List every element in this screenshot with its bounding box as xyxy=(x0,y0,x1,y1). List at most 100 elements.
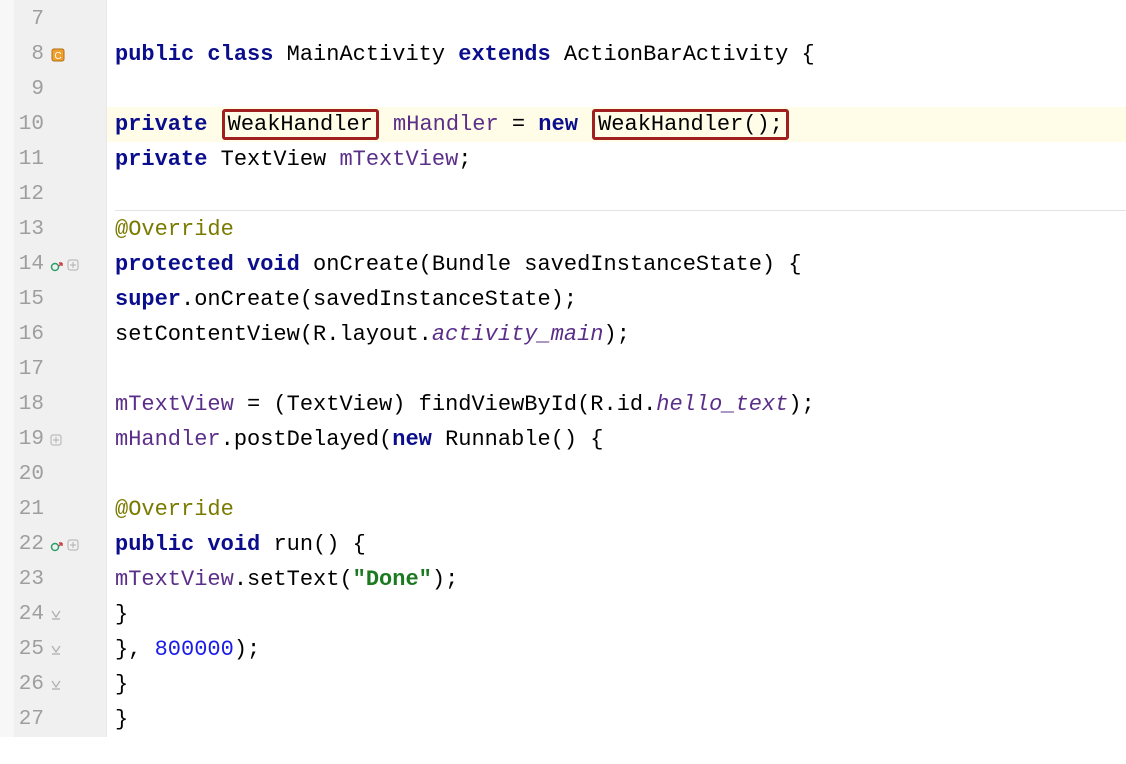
code-token: extends xyxy=(458,42,564,67)
fold-handle-icon[interactable] xyxy=(67,539,79,551)
gutter-row[interactable]: 15 xyxy=(14,282,106,317)
line-number: 24 xyxy=(14,603,50,626)
override-gutter-icon[interactable] xyxy=(50,258,64,272)
code-line[interactable]: } xyxy=(107,597,1126,632)
gutter-icons xyxy=(50,538,100,552)
line-number: 8 xyxy=(14,43,50,66)
gutter-icons xyxy=(50,644,100,656)
code-token: @Override xyxy=(115,497,234,522)
code-line[interactable] xyxy=(107,72,1126,107)
code-line[interactable]: private WeakHandler mHandler = new WeakH… xyxy=(107,107,1126,142)
gutter-row[interactable]: 9 xyxy=(14,72,106,107)
line-number: 21 xyxy=(14,498,50,521)
line-number: 23 xyxy=(14,568,50,591)
gutter-row[interactable]: 14 xyxy=(14,247,106,282)
fold-end-icon[interactable] xyxy=(50,644,62,656)
code-line[interactable]: public class MainActivity extends Action… xyxy=(107,37,1126,72)
svg-text:C: C xyxy=(54,51,61,62)
code-token: mTextView xyxy=(115,567,234,592)
gutter-row[interactable]: 21 xyxy=(14,492,106,527)
gutter-row[interactable]: 19 xyxy=(14,422,106,457)
gutter-row[interactable]: 25 xyxy=(14,632,106,667)
code-area[interactable]: public class MainActivity extends Action… xyxy=(107,0,1126,737)
highlight-box: WeakHandler(); xyxy=(592,109,789,140)
gutter-icons xyxy=(50,679,100,691)
gutter-row[interactable]: 18 xyxy=(14,387,106,422)
code-token: .setText( xyxy=(234,567,353,592)
line-number: 10 xyxy=(14,113,50,136)
code-line[interactable] xyxy=(107,352,1126,387)
code-token: class xyxy=(207,42,286,67)
fold-handle-icon[interactable] xyxy=(67,259,79,271)
code-line[interactable]: }, 800000); xyxy=(107,632,1126,667)
editor-margin xyxy=(0,0,14,737)
code-token: } xyxy=(115,672,128,697)
line-number: 20 xyxy=(14,463,50,486)
code-line[interactable]: } xyxy=(107,702,1126,737)
code-token: protected xyxy=(115,252,247,277)
gutter-row[interactable]: 11 xyxy=(14,142,106,177)
code-token: private xyxy=(115,112,221,137)
code-line[interactable] xyxy=(107,457,1126,492)
override-gutter-icon[interactable] xyxy=(50,538,64,552)
code-token: mTextView xyxy=(115,392,234,417)
code-token: mTextView xyxy=(339,147,458,172)
line-number: 17 xyxy=(14,358,50,381)
gutter-row[interactable]: 10 xyxy=(14,107,106,142)
fold-end-icon[interactable] xyxy=(50,679,62,691)
code-token: run() { xyxy=(273,532,365,557)
code-token: } xyxy=(115,602,128,627)
gutter-row[interactable]: 24 xyxy=(14,597,106,632)
code-line[interactable]: setContentView(R.layout.activity_main); xyxy=(107,317,1126,352)
code-line[interactable]: @Override xyxy=(107,212,1126,247)
line-number: 11 xyxy=(14,148,50,171)
line-number: 25 xyxy=(14,638,50,661)
code-line[interactable]: @Override xyxy=(107,492,1126,527)
line-gutter[interactable]: 78C9101112131415161718192021222324252627 xyxy=(14,0,107,737)
line-number: 18 xyxy=(14,393,50,416)
gutter-row[interactable]: 26 xyxy=(14,667,106,702)
gutter-row[interactable]: 12 xyxy=(14,177,106,212)
code-line[interactable]: mHandler.postDelayed(new Runnable() { xyxy=(107,422,1126,457)
line-number: 13 xyxy=(14,218,50,241)
code-line[interactable]: } xyxy=(107,667,1126,702)
gutter-row[interactable]: 16 xyxy=(14,317,106,352)
gutter-row[interactable]: 22 xyxy=(14,527,106,562)
code-token: = (TextView) findViewById(R.id. xyxy=(234,392,656,417)
code-token: activity_main xyxy=(432,322,604,347)
code-token: = xyxy=(499,112,539,137)
line-number: 12 xyxy=(14,183,50,206)
code-token: .postDelayed( xyxy=(221,427,393,452)
code-token: ActionBarActivity { xyxy=(564,42,815,67)
gutter-row[interactable]: 27 xyxy=(14,702,106,737)
gutter-row[interactable]: 17 xyxy=(14,352,106,387)
code-token: MainActivity xyxy=(287,42,459,67)
gutter-icons xyxy=(50,434,100,446)
code-token: setContentView(R.layout. xyxy=(115,322,432,347)
gutter-row[interactable]: 7 xyxy=(14,2,106,37)
code-token: ); xyxy=(432,567,458,592)
code-line[interactable]: protected void onCreate(Bundle savedInst… xyxy=(107,247,1126,282)
code-line[interactable] xyxy=(107,2,1126,37)
line-number: 16 xyxy=(14,323,50,346)
code-token: new xyxy=(538,112,591,137)
fold-handle-icon[interactable] xyxy=(50,434,62,446)
code-line[interactable]: mTextView.setText("Done"); xyxy=(107,562,1126,597)
gutter-row[interactable]: 13 xyxy=(14,212,106,247)
code-token: "Done" xyxy=(353,567,432,592)
gutter-row[interactable]: 20 xyxy=(14,457,106,492)
code-token: Runnable() { xyxy=(445,427,603,452)
gutter-row[interactable]: 8C xyxy=(14,37,106,72)
gutter-icons: C xyxy=(50,47,100,63)
code-line[interactable] xyxy=(107,177,1126,212)
code-token: hello_text xyxy=(656,392,788,417)
code-line[interactable]: private TextView mTextView; xyxy=(107,142,1126,177)
code-line[interactable]: public void run() { xyxy=(107,527,1126,562)
code-token: onCreate(Bundle savedInstanceState) { xyxy=(313,252,801,277)
code-token: ); xyxy=(788,392,814,417)
code-token: @Override xyxy=(115,217,234,242)
fold-end-icon[interactable] xyxy=(50,609,62,621)
gutter-row[interactable]: 23 xyxy=(14,562,106,597)
code-line[interactable]: super.onCreate(savedInstanceState); xyxy=(107,282,1126,317)
code-line[interactable]: mTextView = (TextView) findViewById(R.id… xyxy=(107,387,1126,422)
